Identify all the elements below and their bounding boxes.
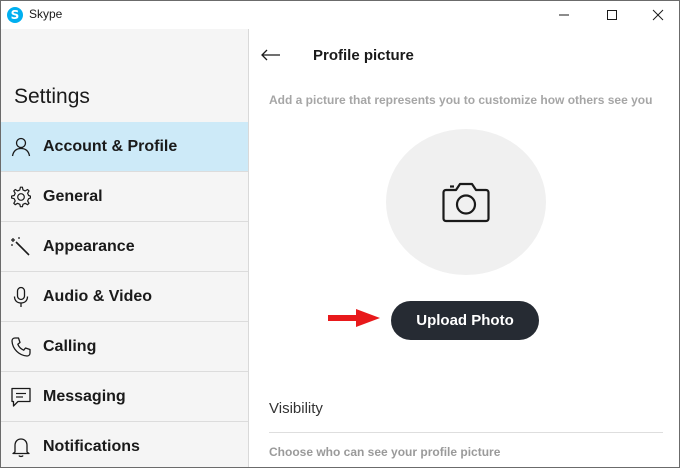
page-title: Profile picture	[313, 47, 414, 64]
sidebar-item-label: General	[43, 187, 103, 205]
upload-photo-button[interactable]: Upload Photo	[391, 301, 539, 340]
microphone-icon	[9, 285, 33, 309]
sidebar-item-calling[interactable]: Calling	[1, 322, 248, 372]
close-button[interactable]	[635, 1, 679, 29]
sidebar-item-label: Messaging	[43, 387, 126, 405]
sidebar-item-label: Account & Profile	[43, 137, 178, 155]
sidebar-title: Settings	[14, 85, 90, 108]
sidebar-item-label: Notifications	[43, 437, 140, 455]
phone-icon	[9, 335, 33, 359]
sidebar-item-label: Appearance	[43, 237, 135, 255]
page-subtitle: Add a picture that represents you to cus…	[269, 93, 653, 107]
camera-icon	[442, 182, 490, 223]
sidebar-item-label: Calling	[43, 337, 97, 355]
sidebar-item-label: Audio & Video	[43, 287, 153, 305]
bell-icon	[9, 435, 33, 459]
close-icon	[652, 9, 664, 21]
maximize-button[interactable]	[589, 1, 635, 29]
sidebar-item-notifications[interactable]: Notifications	[1, 422, 248, 467]
profile-picture-panel: Profile picture Add a picture that repre…	[250, 29, 679, 467]
person-icon	[9, 135, 33, 159]
sidebar-item-audio-video[interactable]: Audio & Video	[1, 272, 248, 322]
minimize-icon	[559, 14, 569, 16]
divider	[269, 432, 663, 433]
skype-logo-icon: S	[7, 7, 23, 23]
gear-icon	[9, 185, 33, 209]
sidebar-item-appearance[interactable]: Appearance	[1, 222, 248, 272]
window-title: Skype	[29, 7, 63, 21]
minimize-button[interactable]	[541, 1, 587, 29]
annotation-arrow-icon	[328, 309, 380, 327]
sidebar-item-messaging[interactable]: Messaging	[1, 372, 248, 422]
back-arrow-icon[interactable]	[260, 45, 282, 65]
visibility-title: Visibility	[269, 400, 323, 417]
maximize-icon	[607, 10, 617, 20]
sidebar-item-account-profile[interactable]: Account & Profile	[1, 122, 248, 172]
chat-icon	[9, 385, 33, 409]
title-bar: S Skype	[1, 1, 679, 29]
skype-window: S Skype Settings Account & Profile Gener…	[0, 0, 680, 468]
magic-wand-icon	[9, 235, 33, 259]
avatar-placeholder[interactable]	[386, 129, 546, 275]
visibility-description[interactable]: Choose who can see your profile picture	[269, 445, 500, 459]
settings-sidebar: Settings Account & Profile General Appea…	[1, 29, 249, 467]
sidebar-item-general[interactable]: General	[1, 172, 248, 222]
